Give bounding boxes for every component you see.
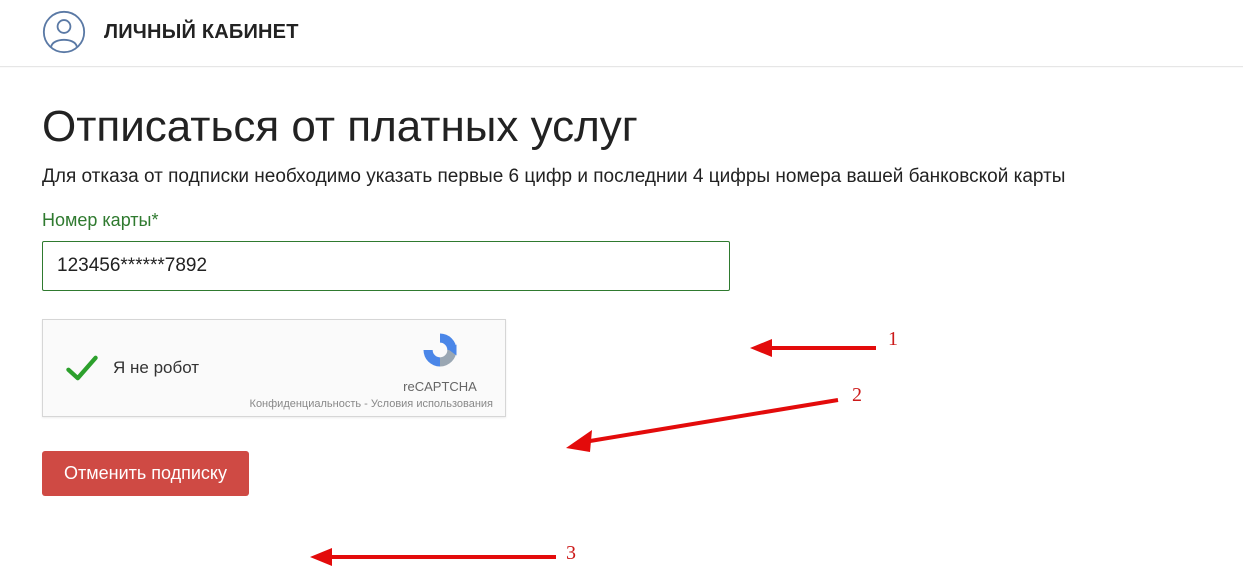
header: ЛИЧНЫЙ КАБИНЕТ (0, 0, 1243, 67)
annotation-label-2: 2 (852, 384, 862, 407)
recaptcha-icon (418, 328, 462, 372)
recaptcha-branding: reCAPTCHA (385, 328, 495, 394)
page-subtitle: Для отказа от подписки необходимо указат… (42, 166, 1201, 188)
annotation-arrow-1 (748, 333, 878, 363)
annotation-arrow-3 (308, 542, 558, 572)
check-icon (65, 351, 99, 385)
card-number-label: Номер карты* (42, 210, 1201, 231)
card-number-input[interactable] (42, 241, 730, 291)
cancel-subscription-button[interactable]: Отменить подписку (42, 451, 249, 496)
recaptcha-widget[interactable]: Я не робот reCAPTCHA Конфиденциальность … (42, 319, 506, 417)
annotation-label-3: 3 (566, 542, 576, 565)
recaptcha-label: Я не робот (113, 358, 199, 378)
annotation-label-1: 1 (888, 328, 898, 351)
recaptcha-terms-link[interactable]: Условия использования (371, 398, 493, 410)
header-title: ЛИЧНЫЙ КАБИНЕТ (104, 21, 299, 44)
recaptcha-footer-links: Конфиденциальность - Условия использован… (250, 398, 493, 410)
user-icon (42, 10, 86, 54)
recaptcha-privacy-link[interactable]: Конфиденциальность (250, 398, 362, 410)
annotation-arrow-2 (562, 394, 842, 454)
main-content: Отписаться от платных услуг Для отказа о… (0, 102, 1243, 496)
recaptcha-brand-text: reCAPTCHA (385, 379, 495, 394)
page-title: Отписаться от платных услуг (42, 102, 1201, 152)
